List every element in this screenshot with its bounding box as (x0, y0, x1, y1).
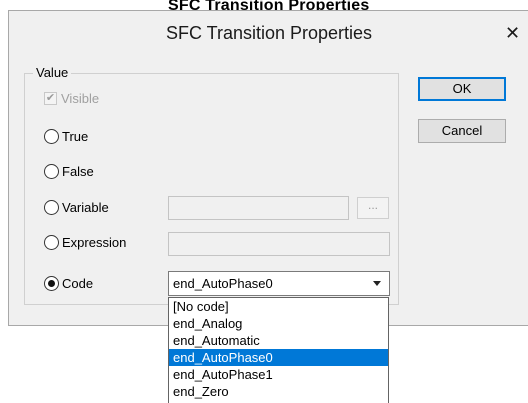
radio-false[interactable] (44, 164, 59, 179)
dropdown-item[interactable]: end_AutoPhase1 (169, 366, 388, 383)
option-true-row[interactable]: True (44, 129, 88, 144)
code-combobox[interactable]: end_AutoPhase0 (168, 271, 390, 296)
option-code-row[interactable]: Code (44, 276, 93, 291)
visible-checkbox-label: Visible (61, 91, 100, 106)
visible-checkbox[interactable]: ✔ (44, 92, 57, 105)
dropdown-item[interactable]: end_Automatic (169, 332, 388, 349)
close-icon[interactable]: ✕ (505, 23, 520, 44)
option-expression-row[interactable]: Expression (44, 235, 126, 250)
radio-code-label: Code (62, 276, 94, 291)
option-variable-row[interactable]: Variable (44, 200, 109, 215)
radio-true-label: True (62, 129, 89, 144)
dropdown-item-selected[interactable]: end_AutoPhase0 (169, 349, 388, 366)
option-false-row[interactable]: False (44, 164, 94, 179)
expression-input[interactable] (168, 232, 390, 256)
radio-expression-label: Expression (62, 235, 127, 250)
radio-expression[interactable] (44, 235, 59, 250)
cancel-button[interactable]: Cancel (418, 119, 506, 143)
browse-variable-button[interactable]: ... (357, 197, 389, 219)
code-dropdown-list[interactable]: [No code] end_Analog end_Automatic end_A… (168, 297, 389, 403)
visible-checkbox-row: ✔ Visible (44, 91, 99, 106)
radio-code[interactable] (44, 276, 59, 291)
radio-false-label: False (62, 164, 94, 179)
variable-input[interactable] (168, 196, 349, 220)
radio-variable[interactable] (44, 200, 59, 215)
value-group-label: Value (33, 65, 72, 80)
ok-button[interactable]: OK (418, 77, 506, 101)
dropdown-item[interactable]: end_Analog (169, 315, 388, 332)
dropdown-item[interactable]: end_Zero (169, 383, 388, 400)
chevron-down-icon[interactable] (373, 281, 381, 286)
code-combobox-value: end_AutoPhase0 (173, 276, 273, 291)
radio-variable-label: Variable (62, 200, 109, 215)
dialog-title: SFC Transition Properties (165, 23, 373, 43)
radio-true[interactable] (44, 129, 59, 144)
dropdown-item[interactable]: [No code] (169, 298, 388, 315)
